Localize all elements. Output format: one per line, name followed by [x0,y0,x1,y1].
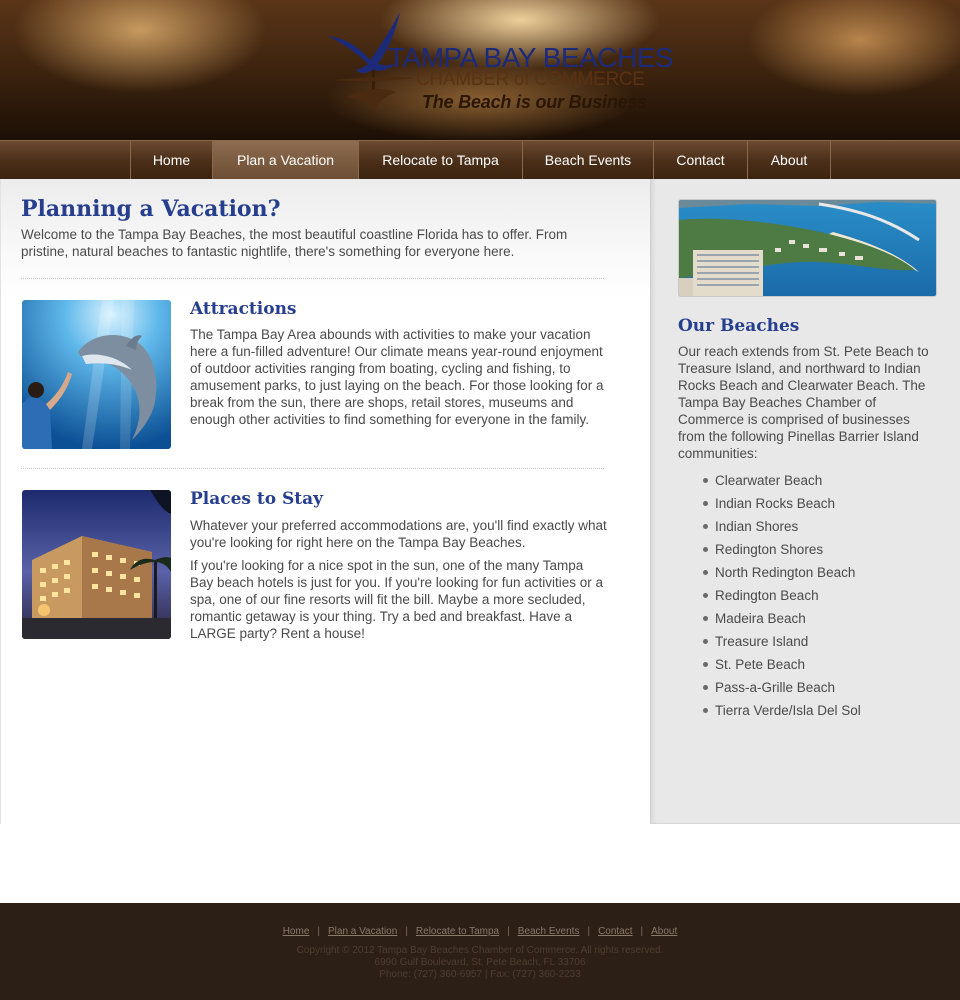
beach-name: Tierra Verde/Isla Del Sol [715,703,861,718]
logo-subtitle: CHAMBER of COMMERCE [416,69,645,90]
footer-separator: | [317,926,320,937]
beach-name: Madeira Beach [715,611,806,626]
beach-name: Redington Beach [715,588,819,603]
intro-text: Welcome to the Tampa Bay Beaches, the mo… [21,227,568,259]
list-item: Indian Rocks Beach [703,494,861,517]
footer-address: 6990 Gulf Boulevard, St. Pete Beach, FL … [374,957,586,968]
bullet-dot-icon [703,593,708,598]
nav-contact[interactable]: Contact [653,141,747,179]
footer-copyright: Copyright © 2012 Tampa Bay Beaches Chamb… [296,945,664,956]
bullet-dot-icon [703,708,708,713]
places-to-stay-text-1: Whatever your preferred accommodations a… [190,518,607,550]
nav-about[interactable]: About [747,141,831,179]
beach-name: Indian Rocks Beach [715,496,836,511]
list-item: Clearwater Beach [703,471,861,494]
places-to-stay-text-2: If you're looking for a nice spot in the… [190,558,604,641]
beach-name: Indian Shores [715,519,799,534]
nav-relocate-to-tampa[interactable]: Relocate to Tampa [358,141,522,179]
main-content: Planning a Vacation? Welcome to the Tamp… [0,179,650,824]
list-item: North Redington Beach [703,563,861,586]
divider [21,468,604,469]
footer-separator: | [507,926,510,937]
bullet-dot-icon [703,570,708,575]
site-logo[interactable]: TAMPA BAY BEACHES CHAMBER of COMMERCE Th… [326,8,674,116]
bullet-dot-icon [703,639,708,644]
footer-nav: Home | Plan a Vacation | Relocate to Tampa | B… [0,926,960,937]
list-item: Redington Beach [703,586,861,609]
bullet-dot-icon [703,524,708,529]
bullet-dot-icon [703,547,708,552]
footer-link-home[interactable]: Home [283,926,310,937]
footer-separator: | [587,926,591,937]
our-beaches-text: Our reach extends from St. Pete Beach to… [678,344,929,461]
bullet-dot-icon [703,662,708,667]
attractions-title: Attractions [190,299,297,319]
footer-link-relocate-to-tampa[interactable]: Relocate to Tampa [416,926,499,937]
footer-link-plan-a-vacation[interactable]: Plan a Vacation [328,926,397,937]
nav-plan-a-vacation[interactable]: Plan a Vacation [212,141,358,179]
footer-separator: | [405,926,408,937]
beach-name: North Redington Beach [715,565,856,580]
bullet-dot-icon [703,501,708,506]
beach-name: Pass-a-Grille Beach [715,680,836,695]
footer-separator: | [640,926,644,937]
main-nav: Home Plan a Vacation Relocate to Tampa B… [0,140,960,179]
footer-link-beach-events[interactable]: Beach Events [518,926,580,937]
footer-link-about[interactable]: About [651,926,677,937]
nav-items: Home Plan a Vacation Relocate to Tampa B… [130,141,831,179]
site-footer: Home | Plan a Vacation | Relocate to Tampa | B… [0,903,960,1000]
list-item: Redington Shores [703,540,861,563]
list-item: Pass-a-Grille Beach [703,678,861,701]
our-beaches-title: Our Beaches [678,316,800,336]
page-title: Planning a Vacation? [21,196,281,222]
bullet-dot-icon [703,478,708,483]
list-item: Treasure Island [703,632,861,655]
beach-name: Redington Shores [715,542,824,557]
nav-beach-events[interactable]: Beach Events [522,141,653,179]
beach-name: Clearwater Beach [715,473,823,488]
footer-link-contact[interactable]: Contact [598,926,632,937]
beach-name: St. Pete Beach [715,657,806,672]
attractions-image[interactable] [22,300,171,449]
logo-tagline: The Beach is our Business [422,92,648,112]
sidebar: Our Beaches Our reach extends from St. P… [650,179,960,824]
list-item: Madeira Beach [703,609,861,632]
site-header: TAMPA BAY BEACHES CHAMBER of COMMERCE Th… [0,0,960,140]
places-to-stay-title: Places to Stay [190,489,324,509]
bullet-dot-icon [703,616,708,621]
list-item: St. Pete Beach [703,655,861,678]
attractions-text: The Tampa Bay Area abounds with activiti… [190,327,604,427]
list-item: Tierra Verde/Isla Del Sol [703,701,861,724]
beach-list: Clearwater Beach Indian Rocks Beach Indi… [703,471,861,724]
footer-phone: Phone: (727) 360-6957 | Fax: (727) 360-2… [379,969,581,980]
bullet-dot-icon [703,685,708,690]
beach-name: Treasure Island [715,634,809,649]
divider [21,278,604,279]
beach-aerial-image[interactable] [678,199,937,297]
list-item: Indian Shores [703,517,861,540]
nav-home[interactable]: Home [130,141,212,179]
places-to-stay-image[interactable] [22,490,171,639]
